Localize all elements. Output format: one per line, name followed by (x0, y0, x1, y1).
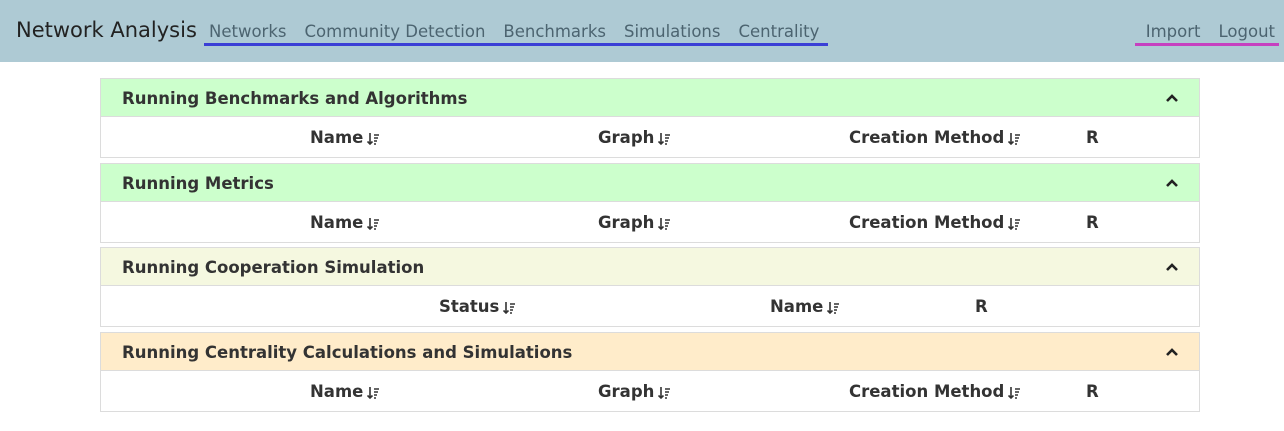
sort-descending-icon (367, 387, 380, 399)
nav-link-logout[interactable]: Logout (1210, 20, 1280, 43)
column-header-r[interactable]: R (1086, 128, 1099, 147)
sort-descending-icon (658, 218, 671, 230)
sort-descending-icon (1008, 133, 1021, 145)
column-header-creation-method[interactable]: Creation Method (849, 213, 1021, 232)
column-header-graph[interactable]: Graph (598, 128, 671, 147)
column-header-graph[interactable]: Graph (598, 213, 671, 232)
column-header-r[interactable]: R (1086, 213, 1099, 232)
column-header-r[interactable]: R (975, 297, 988, 316)
panel-title: Running Metrics (122, 174, 274, 193)
column-header-name[interactable]: Name (770, 297, 840, 316)
main-nav: Networks Community Detection Benchmarks … (204, 20, 829, 46)
panel-header[interactable]: Running Metrics (101, 164, 1199, 202)
panel-header[interactable]: Running Benchmarks and Algorithms (101, 79, 1199, 117)
nav-link-networks[interactable]: Networks (204, 20, 296, 43)
column-header-status[interactable]: Status (439, 297, 516, 316)
sort-descending-icon (658, 387, 671, 399)
table-header-row: Name Graph Creation Method R (101, 202, 1199, 242)
panel-running-metrics: Running Metrics Name Graph Creation Meth… (100, 163, 1200, 243)
column-header-name[interactable]: Name (310, 382, 380, 401)
panel-title: Running Benchmarks and Algorithms (122, 89, 468, 108)
nav-link-simulations[interactable]: Simulations (615, 20, 730, 43)
panel-title: Running Cooperation Simulation (122, 258, 425, 277)
chevron-up-icon[interactable] (1165, 91, 1179, 105)
panel-title: Running Centrality Calculations and Simu… (122, 343, 573, 362)
panel-running-benchmarks: Running Benchmarks and Algorithms Name G… (100, 78, 1200, 158)
panel-header[interactable]: Running Centrality Calculations and Simu… (101, 333, 1199, 371)
table-header-row: Name Graph Creation Method R (101, 371, 1199, 411)
app-brand[interactable]: Network Analysis (16, 18, 197, 42)
top-navbar: Network Analysis Networks Community Dete… (0, 0, 1284, 62)
nav-link-centrality[interactable]: Centrality (729, 20, 828, 43)
user-nav: Import Logout (1134, 20, 1280, 46)
column-header-r[interactable]: R (1086, 382, 1099, 401)
sort-descending-icon (658, 133, 671, 145)
column-header-creation-method[interactable]: Creation Method (849, 382, 1021, 401)
sort-descending-icon (503, 302, 516, 314)
panel-running-centrality: Running Centrality Calculations and Simu… (100, 332, 1200, 412)
nav-link-community-detection[interactable]: Community Detection (296, 20, 495, 43)
column-header-creation-method[interactable]: Creation Method (849, 128, 1021, 147)
sort-descending-icon (367, 133, 380, 145)
chevron-up-icon[interactable] (1165, 176, 1179, 190)
column-header-name[interactable]: Name (310, 128, 380, 147)
panel-header[interactable]: Running Cooperation Simulation (101, 248, 1199, 286)
column-header-name[interactable]: Name (310, 213, 380, 232)
table-header-row: Name Graph Creation Method R (101, 117, 1199, 157)
sort-descending-icon (367, 218, 380, 230)
table-header-row: Status Name R (101, 286, 1199, 326)
chevron-up-icon[interactable] (1165, 260, 1179, 274)
nav-link-benchmarks[interactable]: Benchmarks (494, 20, 615, 43)
sort-descending-icon (827, 302, 840, 314)
nav-link-import[interactable]: Import (1137, 20, 1210, 43)
column-header-graph[interactable]: Graph (598, 382, 671, 401)
chevron-up-icon[interactable] (1165, 345, 1179, 359)
sort-descending-icon (1008, 218, 1021, 230)
sort-descending-icon (1008, 387, 1021, 399)
panel-running-cooperation-simulation: Running Cooperation Simulation Status Na… (100, 247, 1200, 327)
